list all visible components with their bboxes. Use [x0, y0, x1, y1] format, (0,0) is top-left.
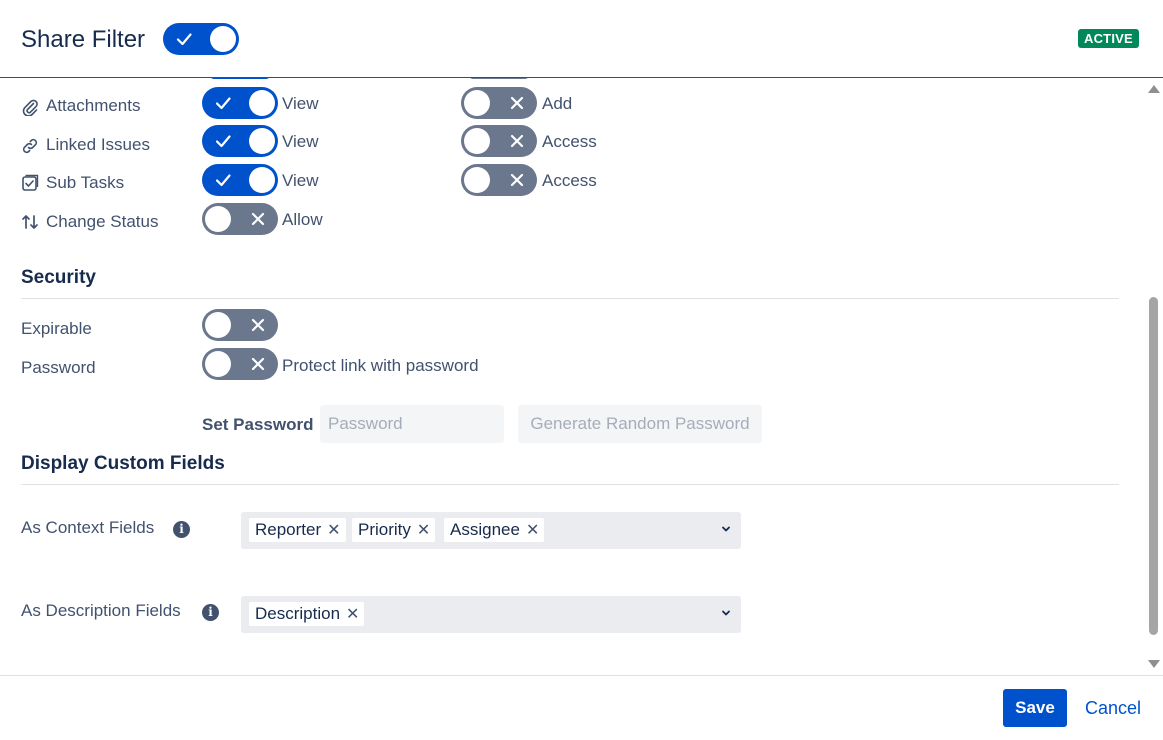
change-status-allow-toggle[interactable]	[202, 203, 278, 235]
dialog-body: Attachments View Add Linked Issues View …	[0, 78, 1163, 675]
toggle-knob	[249, 167, 275, 193]
linked-issues-access-label: Access	[542, 132, 597, 151]
check-icon	[215, 135, 231, 148]
sub-tasks-view-toggle[interactable]	[202, 164, 278, 196]
toggle-knob	[210, 26, 236, 52]
paperclip-icon	[22, 99, 38, 116]
toggle-knob	[464, 128, 490, 154]
attachments-view-label: View	[282, 94, 319, 113]
link-icon	[22, 138, 38, 154]
chevron-down-icon[interactable]	[720, 523, 732, 535]
custom-fields-section-title: Display Custom Fields	[21, 453, 225, 474]
sub-tasks-access-toggle[interactable]	[461, 164, 537, 196]
cross-icon	[251, 212, 265, 226]
toggle-knob	[249, 128, 275, 154]
linked-issues-label: Linked Issues	[46, 135, 150, 154]
dialog-footer: Save Cancel	[0, 675, 1163, 740]
dialog-title: Share Filter	[21, 26, 146, 53]
share-filter-toggle[interactable]	[163, 23, 239, 55]
toggle-knob	[249, 90, 275, 116]
chevron-down-icon[interactable]	[720, 607, 732, 619]
scroll-up-arrow-icon[interactable]	[1148, 85, 1160, 93]
toggle-knob	[205, 312, 231, 338]
scrollbar-thumb[interactable]	[1149, 297, 1158, 635]
scroll-down-arrow-icon[interactable]	[1148, 660, 1160, 668]
context-tag-reporter: Reporter ✕	[249, 518, 346, 542]
attachments-add-toggle[interactable]	[461, 87, 537, 119]
linked-issues-view-label: View	[282, 132, 319, 151]
linked-issues-view-toggle[interactable]	[202, 125, 278, 157]
tag-label: Reporter	[255, 520, 322, 539]
expirable-label: Expirable	[21, 319, 92, 338]
description-fields-select[interactable]: Description ✕	[241, 596, 741, 633]
sub-tasks-access-label: Access	[542, 171, 597, 190]
remove-tag-icon[interactable]: ✕	[327, 520, 340, 540]
change-status-allow-label: Allow	[282, 210, 323, 229]
toggle-knob	[205, 206, 231, 232]
attachments-view-toggle[interactable]	[202, 87, 278, 119]
remove-tag-icon[interactable]: ✕	[526, 520, 539, 540]
status-badge: ACTIVE	[1078, 29, 1139, 48]
password-label: Password	[21, 358, 96, 377]
change-status-label: Change Status	[46, 212, 159, 231]
generate-random-password-button[interactable]: Generate Random Password	[518, 405, 762, 443]
partial-toggle	[469, 78, 529, 79]
security-section-title: Security	[21, 267, 96, 288]
cross-icon	[251, 318, 265, 332]
toggle-knob	[464, 90, 490, 116]
toggle-knob	[205, 351, 231, 377]
cross-icon	[510, 96, 524, 110]
context-fields-label: As Context Fields	[21, 518, 155, 537]
description-tag: Description ✕	[249, 602, 365, 626]
info-icon[interactable]: i	[202, 604, 219, 621]
cross-icon	[510, 134, 524, 148]
cancel-button[interactable]: Cancel	[1085, 698, 1141, 719]
context-tag-assignee: Assignee ✕	[444, 518, 545, 542]
set-password-label: Set Password	[202, 415, 314, 434]
check-icon	[215, 97, 231, 110]
context-fields-select[interactable]: Reporter ✕ Priority ✕ Assignee ✕	[241, 512, 741, 549]
toggle-knob	[464, 167, 490, 193]
linked-issues-access-toggle[interactable]	[461, 125, 537, 157]
subtask-icon	[22, 174, 39, 191]
dialog-header: Share Filter ACTIVE	[0, 0, 1163, 78]
password-toggle[interactable]	[202, 348, 278, 380]
password-toggle-text: Protect link with password	[282, 356, 479, 375]
save-button[interactable]: Save	[1003, 689, 1067, 727]
cross-icon	[251, 357, 265, 371]
swap-arrows-icon	[22, 215, 38, 229]
attachments-label: Attachments	[46, 96, 141, 115]
custom-fields-divider	[21, 484, 1119, 485]
partial-toggle	[210, 78, 270, 79]
remove-tag-icon[interactable]: ✕	[346, 604, 359, 624]
tag-label: Description	[255, 604, 341, 623]
expirable-toggle[interactable]	[202, 309, 278, 341]
check-icon	[215, 174, 231, 187]
sub-tasks-view-label: View	[282, 171, 319, 190]
password-input[interactable]: Password	[320, 405, 504, 443]
cross-icon	[510, 173, 524, 187]
tag-label: Assignee	[450, 520, 520, 539]
security-divider	[21, 298, 1119, 299]
remove-tag-icon[interactable]: ✕	[417, 520, 430, 540]
tag-label: Priority	[358, 520, 411, 539]
check-icon	[176, 33, 192, 46]
attachments-add-label: Add	[542, 94, 573, 113]
sub-tasks-label: Sub Tasks	[46, 173, 125, 192]
description-fields-label: As Description Fields	[21, 601, 181, 620]
context-tag-priority: Priority ✕	[352, 518, 436, 542]
info-icon[interactable]: i	[173, 521, 190, 538]
